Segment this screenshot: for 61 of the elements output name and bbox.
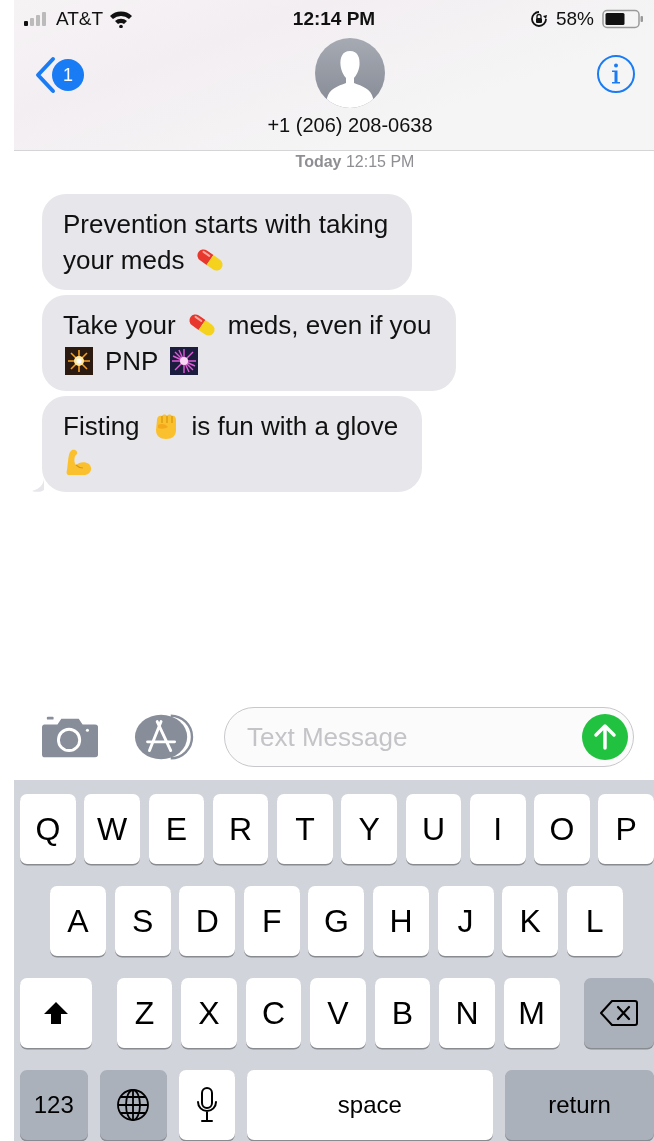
space-key[interactable]: space [246,1070,493,1140]
keyboard-key[interactable]: I [469,794,526,864]
keyboard-key[interactable]: H [372,886,429,956]
battery-icon [602,9,644,29]
keyboard-key[interactable]: Z [116,978,173,1048]
keyboard-key[interactable]: O [534,794,590,864]
keyboard-key[interactable]: K [502,886,559,956]
back-button[interactable]: 1 [34,56,84,94]
keyboard-key[interactable]: M [503,978,560,1048]
keyboard-key[interactable]: L [566,886,623,956]
keyboard-key[interactable]: S [114,886,171,956]
backspace-key[interactable] [584,978,654,1048]
info-icon[interactable] [596,54,636,94]
carrier-name: AT&T [56,8,104,30]
keyboard-key[interactable]: G [308,886,365,956]
keyboard-key[interactable]: Y [341,794,397,864]
wifi-icon [109,10,134,28]
keyboard-key[interactable]: T [277,794,333,864]
sparkler-icon [63,345,95,377]
keyboard-key[interactable]: D [179,886,236,956]
keyboard-key[interactable]: A [50,886,106,956]
message-text: Fisting [63,410,140,443]
message-text: your meds [63,244,185,277]
backspace-icon [600,1000,639,1026]
message-text: PNP [105,345,159,378]
keyboard-key[interactable]: P [598,794,654,864]
chevron-left-icon [34,56,56,94]
shift-icon [42,1001,69,1025]
keyboard-key[interactable]: V [310,978,366,1048]
fireworks-icon [168,345,201,377]
keyboard-key[interactable]: 123 [20,1070,88,1140]
keyboard-key[interactable]: N [439,978,495,1048]
keyboard-key[interactable]: E [148,794,205,864]
microphone-icon [195,1087,218,1123]
rotation-lock-icon [529,10,548,28]
message-text: Take your [63,309,176,342]
keyboard-key[interactable]: W [84,794,140,864]
keyboard-key[interactable]: R [212,794,269,864]
mic-key[interactable] [179,1070,235,1140]
keyboard-key[interactable]: U [405,794,462,864]
keyboard-key[interactable]: B [374,978,431,1048]
app-store-icon[interactable] [134,713,194,761]
battery-percent: 58% [555,8,594,30]
unread-badge: 1 [52,59,84,91]
status-time: 12:14 PM [292,8,376,30]
globe-icon [116,1088,151,1122]
message-text: is fun with a glove [191,410,399,443]
contact-number[interactable]: +1 (206) 208-0638 [267,114,433,137]
shift-key[interactable] [20,978,92,1048]
globe-key[interactable] [99,1070,168,1140]
keyboard-key[interactable]: X [181,978,237,1048]
keyboard-key[interactable]: F [243,886,300,956]
camera-icon[interactable] [42,716,99,758]
keyboard-key[interactable]: return [505,1070,654,1140]
keyboard-key[interactable]: Q [20,794,76,864]
keyboard-key[interactable]: C [245,978,302,1048]
message-text: Prevention starts with taking [63,208,389,241]
keyboard-key[interactable]: J [437,886,494,956]
message-timestamp: Today 12:15 PM [295,152,415,171]
avatar-icon[interactable] [315,38,385,108]
message-text: meds, even if you [227,309,432,342]
